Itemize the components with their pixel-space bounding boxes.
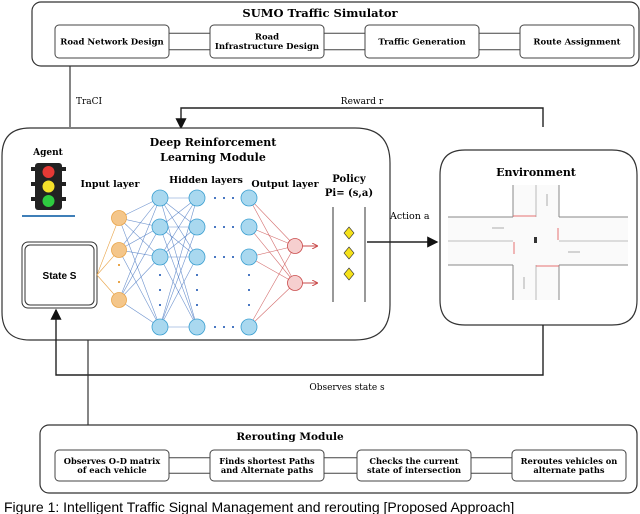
hidden-layers-label: Hidden layers <box>169 175 243 186</box>
sumo-step-box-label: Road <box>255 33 279 43</box>
ellipsis-dot <box>248 289 250 291</box>
rerouting-title: Rerouting Module <box>236 431 344 443</box>
hidden-node <box>188 218 206 236</box>
drl-title-line1: Deep Reinforcement <box>150 136 278 149</box>
input-node <box>111 292 127 308</box>
rerouting-step-box-label: of each vehicle <box>77 465 146 475</box>
rerouting-step-box-label: state of intersection <box>367 465 461 475</box>
reward-arrow <box>175 107 544 130</box>
hidden-node <box>188 189 206 207</box>
rerouting-step-box-label: and Alternate paths <box>221 465 314 475</box>
ellipsis-dot <box>159 289 161 291</box>
ellipsis-dot <box>248 274 250 276</box>
ellipsis-dot <box>223 197 225 199</box>
output-layer-label: Output layer <box>251 179 319 190</box>
hidden-node <box>240 248 258 266</box>
hidden-node <box>188 248 206 266</box>
environment-block: Environment <box>439 149 638 326</box>
traffic-light-icon <box>31 163 66 210</box>
ellipsis-dot <box>232 326 234 328</box>
hidden-node <box>240 318 258 336</box>
traci-label: TraCI <box>76 97 103 107</box>
output-node <box>287 275 303 291</box>
ellipsis-dot <box>232 197 234 199</box>
policy-label-line1: Policy <box>332 174 367 185</box>
ellipsis-dot <box>223 326 225 328</box>
vehicle-icon <box>534 237 537 243</box>
action-label: Action a <box>389 211 430 222</box>
rerouting-module-block: Rerouting Module Observes O-D matrixof e… <box>39 424 638 494</box>
hidden-node <box>151 218 169 236</box>
figure-caption: Figure 1: Intelligent Traffic Signal Man… <box>4 499 514 514</box>
output-node <box>287 238 303 254</box>
ellipsis-dot <box>118 281 120 283</box>
drl-title-line2: Learning Module <box>160 151 266 164</box>
ellipsis-dot <box>159 274 161 276</box>
sumo-step-box-label: Traffic Generation <box>378 37 465 47</box>
hidden-node <box>240 189 258 207</box>
drl-module: Deep Reinforcement Learning Module Agent… <box>1 127 391 341</box>
sumo-title: SUMO Traffic Simulator <box>242 6 398 20</box>
ellipsis-dot <box>214 197 216 199</box>
hidden-node <box>188 318 206 336</box>
policy-label-line2: Pi= (s,a) <box>325 188 373 199</box>
sumo-step-box-label: Road Network Design <box>60 37 163 47</box>
state-label: State S <box>43 271 77 282</box>
ellipsis-dot <box>214 326 216 328</box>
environment-title: Environment <box>496 166 577 179</box>
state-box: State S <box>21 241 98 309</box>
ellipsis-dot <box>159 304 161 306</box>
diagram-canvas: SUMO Traffic Simulator Road Network Desi… <box>1 1 640 514</box>
ellipsis-dot <box>196 304 198 306</box>
ellipsis-dot <box>248 304 250 306</box>
ellipsis-dot <box>232 256 234 258</box>
ellipsis-dot <box>223 226 225 228</box>
ellipsis-dot <box>214 226 216 228</box>
hidden-node <box>151 189 169 207</box>
ellipsis-dot <box>196 289 198 291</box>
input-node <box>111 210 127 226</box>
input-node <box>111 242 127 258</box>
ellipsis-dot <box>232 226 234 228</box>
hidden-node <box>240 218 258 236</box>
hidden-node <box>151 248 169 266</box>
ellipsis-dot <box>196 274 198 276</box>
ellipsis-dot <box>214 256 216 258</box>
rerouting-step-box-label: alternate paths <box>533 465 604 475</box>
observes-label: Observes state s <box>309 383 385 393</box>
ellipsis-dot <box>223 256 225 258</box>
sumo-step-box-label: Infrastructure Design <box>215 42 319 52</box>
ellipsis-dot <box>118 264 120 266</box>
hidden-node <box>151 318 169 336</box>
reward-label: Reward r <box>341 97 384 107</box>
sumo-simulator-block: SUMO Traffic Simulator Road Network Desi… <box>31 1 640 67</box>
agent-label: Agent <box>32 148 64 158</box>
sumo-step-box-label: Route Assignment <box>533 37 620 47</box>
input-layer-label: Input layer <box>81 179 141 190</box>
